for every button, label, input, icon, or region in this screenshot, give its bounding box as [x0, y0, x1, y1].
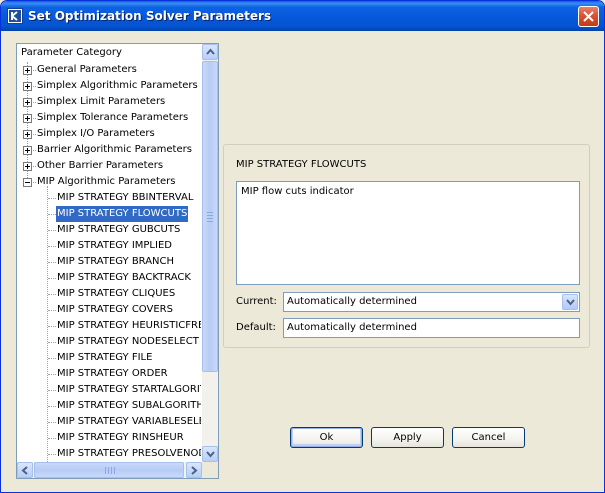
tree-horizontal-scrollbar[interactable]: [17, 462, 202, 478]
tree-item[interactable]: MIP STRATEGY VARIABLESELE: [17, 414, 201, 430]
tree-item-label: MIP STRATEGY COVERS: [57, 304, 173, 315]
tree-item-label: MIP STRATEGY ORDER: [57, 368, 168, 379]
chevron-right-icon: [191, 466, 198, 475]
tree-category-label: Barrier Algorithmic Parameters: [37, 144, 192, 155]
cancel-button[interactable]: Cancel: [452, 427, 525, 448]
tree-category-label: Simplex Algorithmic Parameters: [37, 80, 198, 91]
tree-category-label: Simplex I/O Parameters: [37, 128, 155, 139]
tree-item[interactable]: MIP STRATEGY SUBALGORITH: [17, 398, 201, 414]
tree-item[interactable]: MIP STRATEGY CLIQUES: [17, 286, 201, 302]
tree-item[interactable]: MIP STRATEGY COVERS: [17, 302, 201, 318]
dialog-client: Parameter Category General Parameters Sim…: [4, 31, 601, 490]
chevron-left-icon: [21, 466, 28, 475]
tree-category[interactable]: Simplex I/O Parameters: [17, 126, 201, 142]
default-value-field[interactable]: Automatically determined: [283, 318, 580, 338]
parameter-tree-panel: Parameter Category General Parameters Sim…: [16, 43, 219, 479]
chevron-up-icon: [206, 48, 215, 55]
tree-item[interactable]: MIP STRATEGY NODESELECT: [17, 334, 201, 350]
expand-icon[interactable]: [23, 130, 32, 139]
expand-icon[interactable]: [23, 98, 32, 107]
tree-item-label: MIP STRATEGY SUBALGORITH: [57, 400, 201, 411]
horizontal-scroll-thumb[interactable]: [34, 462, 184, 478]
tree-item[interactable]: MIP STRATEGY ORDER: [17, 366, 201, 382]
scroll-grip-icon: [105, 467, 117, 474]
window-title: Set Optimization Solver Parameters: [28, 9, 272, 23]
tree-category-label: Other Barrier Parameters: [37, 160, 164, 171]
tree-item[interactable]: MIP STRATEGY BBINTERVAL: [17, 190, 201, 206]
chevron-down-icon: [566, 299, 575, 306]
ok-button[interactable]: Ok: [290, 427, 363, 448]
tree-item-label: MIP STRATEGY RINSHEUR: [57, 432, 184, 443]
tree-item-label: MIP STRATEGY PRESOLVENOD: [57, 448, 201, 459]
tree-category[interactable]: Simplex Tolerance Parameters: [17, 110, 201, 126]
tree-category-label: MIP Algorithmic Parameters: [37, 176, 176, 187]
parameter-tree[interactable]: General Parameters Simplex Algorithmic Pa…: [17, 62, 201, 462]
tree-category[interactable]: Simplex Algorithmic Parameters: [17, 78, 201, 94]
tree-item-label: MIP STRATEGY IMPLIED: [57, 240, 172, 251]
tree-item-label: MIP STRATEGY BACKTRACK: [57, 272, 191, 283]
parameter-details-group: MIP STRATEGY FLOWCUTS MIP flow cuts indi…: [223, 144, 590, 348]
tree-item[interactable]: MIP STRATEGY FILE: [17, 350, 201, 366]
expand-icon[interactable]: [23, 114, 32, 123]
current-label: Current:: [236, 296, 277, 307]
description-box[interactable]: MIP flow cuts indicator: [236, 181, 580, 285]
current-value-select[interactable]: Automatically determined: [283, 292, 580, 312]
tree-item[interactable]: MIP STRATEGY PRESOLVENOD: [17, 446, 201, 462]
default-value-text: Automatically determined: [287, 322, 417, 333]
title-bar[interactable]: Set Optimization Solver Parameters: [1, 1, 604, 31]
expand-icon[interactable]: [23, 146, 32, 155]
tree-item-label: MIP STRATEGY FLOWCUTS: [56, 206, 189, 222]
tree-category[interactable]: General Parameters: [17, 62, 201, 78]
tree-category-label: Simplex Limit Parameters: [37, 96, 166, 107]
dialog-window: Set Optimization Solver Parameters Param…: [0, 0, 605, 493]
scroll-up-button[interactable]: [202, 44, 218, 60]
tree-item-label: MIP STRATEGY GUBCUTS: [57, 224, 181, 235]
tree-item[interactable]: MIP STRATEGY BRANCH: [17, 254, 201, 270]
expand-icon[interactable]: [23, 82, 32, 91]
expand-icon[interactable]: [23, 66, 32, 75]
tree-vertical-scrollbar[interactable]: [202, 44, 218, 462]
app-icon: [7, 8, 23, 24]
tree-item[interactable]: MIP STRATEGY IMPLIED: [17, 238, 201, 254]
expand-icon[interactable]: [23, 162, 32, 171]
tree-item-label: MIP STRATEGY BRANCH: [57, 256, 175, 267]
tree-item-label: MIP STRATEGY CLIQUES: [57, 288, 176, 299]
tree-item-label: MIP STRATEGY HEURISTICFRE: [57, 320, 201, 331]
scroll-corner: [202, 462, 218, 478]
collapse-icon[interactable]: [23, 178, 32, 187]
current-value-text: Automatically determined: [287, 296, 417, 307]
tree-item[interactable]: MIP STRATEGY STARTALGORIT: [17, 382, 201, 398]
scroll-right-button[interactable]: [186, 462, 202, 478]
tree-category[interactable]: Simplex Limit Parameters: [17, 94, 201, 110]
close-icon: [583, 11, 594, 22]
default-label: Default:: [236, 322, 276, 333]
tree-category[interactable]: Barrier Algorithmic Parameters: [17, 142, 201, 158]
tree-item-label: MIP STRATEGY STARTALGORIT: [57, 384, 201, 395]
tree-item-label: MIP STRATEGY VARIABLESELE: [57, 416, 201, 427]
tree-category-label: General Parameters: [37, 64, 137, 75]
tree-item[interactable]: MIP STRATEGY HEURISTICFRE: [17, 318, 201, 334]
tree-item-label: MIP STRATEGY BBINTERVAL: [57, 192, 194, 203]
tree-item[interactable]: MIP STRATEGY RINSHEUR: [17, 430, 201, 446]
tree-item[interactable]: MIP STRATEGY FLOWCUTS: [17, 206, 201, 222]
tree-item[interactable]: MIP STRATEGY BACKTRACK: [17, 270, 201, 286]
vertical-scroll-thumb[interactable]: [202, 61, 218, 372]
scroll-down-button[interactable]: [202, 446, 218, 462]
close-button[interactable]: [578, 6, 599, 27]
scroll-grip-icon: [207, 212, 213, 224]
chevron-down-icon: [206, 451, 215, 458]
tree-item[interactable]: MIP STRATEGY GUBCUTS: [17, 222, 201, 238]
parameter-title: MIP STRATEGY FLOWCUTS: [236, 159, 367, 170]
scroll-left-button[interactable]: [17, 462, 33, 478]
tree-category[interactable]: MIP Algorithmic Parameters: [17, 174, 201, 190]
tree-category-label: Simplex Tolerance Parameters: [37, 112, 189, 123]
current-dropdown-button[interactable]: [562, 294, 578, 310]
tree-header: Parameter Category: [21, 47, 122, 58]
tree-item-label: MIP STRATEGY NODESELECT: [57, 336, 199, 347]
apply-button[interactable]: Apply: [371, 427, 444, 448]
tree-item-label: MIP STRATEGY FILE: [57, 352, 153, 363]
tree-category[interactable]: Other Barrier Parameters: [17, 158, 201, 174]
